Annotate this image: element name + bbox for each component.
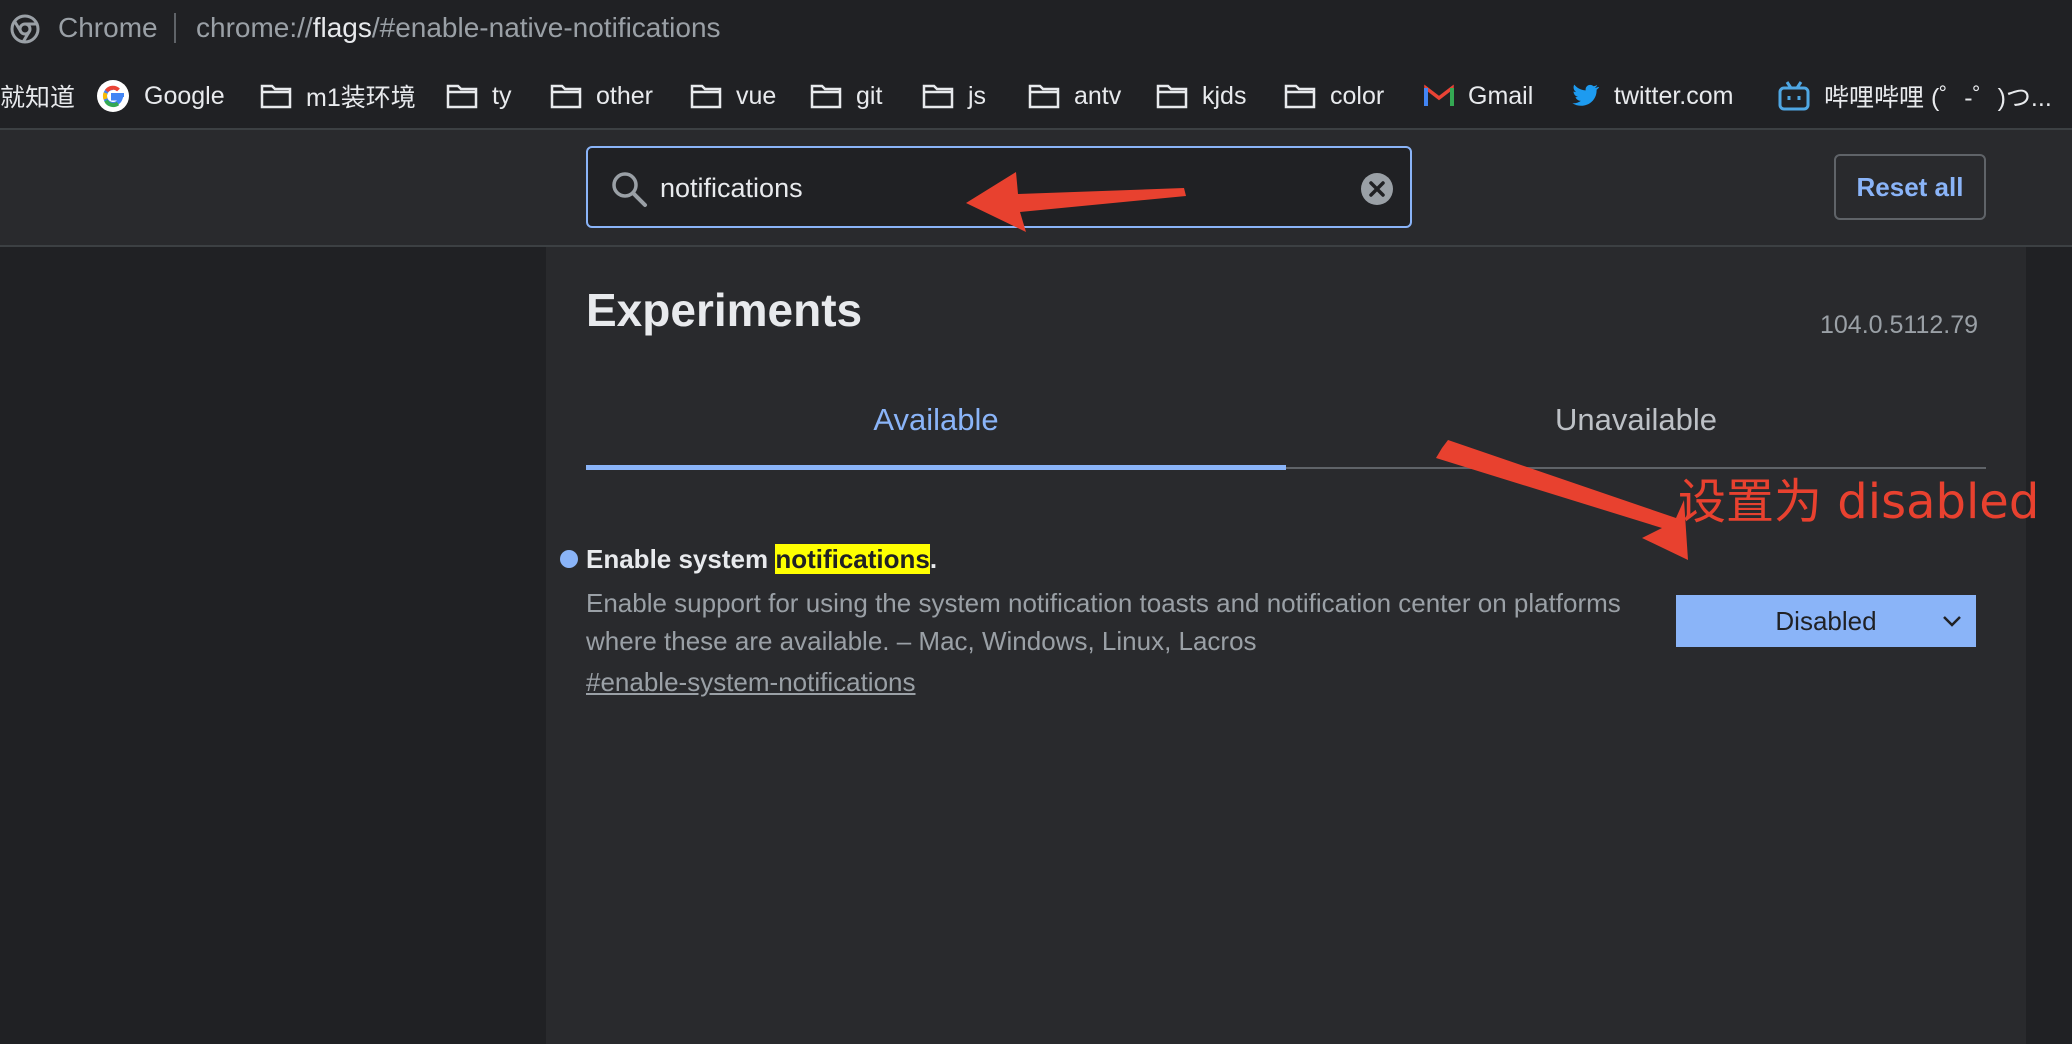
bookmark-label: ty	[492, 81, 512, 110]
bookmark-item[interactable]: 就知道	[0, 78, 75, 114]
twitter-icon	[1572, 84, 1600, 106]
flag-state-value: Disabled	[1775, 605, 1877, 636]
bookmark-label: 就知道	[0, 84, 76, 112]
bookmark-item[interactable]: twitter.com	[1570, 78, 1733, 114]
search-icon	[612, 172, 647, 207]
url-scheme: chrome://	[196, 12, 313, 43]
tab-unavailable[interactable]: Unavailable	[1286, 400, 1986, 440]
page-title: Experiments	[586, 284, 863, 336]
bookmark-item[interactable]: antv	[1028, 78, 1121, 114]
url-host: flags	[312, 12, 372, 43]
bookmark-label: m1装环境	[306, 84, 416, 112]
annotation-label: 设置为 disabled	[1678, 474, 2040, 530]
clear-search-icon[interactable]	[1360, 172, 1394, 206]
bookmark-label: Gmail	[1468, 81, 1534, 110]
bookmark-label: vue	[736, 81, 777, 110]
bookmark-item[interactable]: m1装环境	[260, 78, 416, 114]
folder-icon	[260, 84, 292, 109]
tab-selected-indicator	[586, 465, 1286, 470]
url-path: /#enable-native-notifications	[371, 12, 721, 43]
folder-icon	[922, 84, 954, 109]
bookmarks-bar: 就知道 Google m1装环境 ty other vue git js ant	[0, 72, 2072, 120]
bookmark-label: js	[968, 81, 987, 110]
bookmark-label: Google	[144, 81, 225, 110]
bookmark-item[interactable]: other	[550, 78, 653, 114]
flag-title-prefix: Enable system	[586, 544, 776, 574]
bilibili-icon	[1778, 81, 1810, 111]
bookmark-item[interactable]: Gmail	[1424, 78, 1533, 114]
bookmark-label: other	[596, 81, 653, 110]
bookmark-item[interactable]: vue	[690, 78, 776, 114]
bookmark-label: git	[856, 81, 883, 110]
bookmark-item[interactable]: kjds	[1156, 78, 1246, 114]
folder-icon	[810, 84, 842, 109]
omnibox[interactable]: Chrome chrome://flags/#enable-native-not…	[0, 0, 2072, 56]
bookmark-label: color	[1330, 81, 1385, 110]
version-label: 104.0.5112.79	[1820, 311, 1979, 339]
flag-modified-dot	[560, 550, 578, 568]
folder-icon	[446, 84, 478, 109]
folder-icon	[1156, 84, 1188, 109]
flag-title: Enable system notifications.	[586, 543, 937, 575]
folder-icon	[550, 84, 582, 109]
bookmark-label: twitter.com	[1614, 81, 1734, 110]
omnibox-separator	[174, 13, 176, 43]
flag-title-highlight: notifications	[775, 544, 930, 574]
folder-icon	[1028, 84, 1060, 109]
chrome-icon	[10, 14, 40, 44]
bookmark-label: 哔哩哔哩 (゜-゜)つ...	[1824, 84, 2052, 112]
bookmark-item[interactable]: ty	[446, 78, 511, 114]
bookmark-item[interactable]: js	[922, 78, 986, 114]
bookmark-label: antv	[1074, 81, 1122, 110]
omnibox-app-name: Chrome	[58, 12, 158, 43]
folder-icon	[1284, 84, 1316, 109]
bookmark-item[interactable]: color	[1284, 78, 1384, 114]
google-icon	[97, 80, 129, 112]
flag-description: Enable support for using the system noti…	[586, 588, 1621, 656]
gmail-icon	[1424, 84, 1454, 106]
search-input[interactable]	[660, 170, 1320, 206]
bookmark-label: kjds	[1202, 81, 1247, 110]
tab-available[interactable]: Available	[586, 400, 1286, 440]
omnibox-url[interactable]: chrome://flags/#enable-native-notificati…	[196, 12, 721, 44]
bookmark-item[interactable]: 哔哩哔哩 (゜-゜)つ...	[1778, 78, 2052, 114]
reset-all-button[interactable]: Reset all	[1834, 154, 1986, 220]
flag-title-suffix: .	[929, 544, 938, 574]
flag-permalink[interactable]: #enable-system-notifications	[586, 666, 916, 698]
flag-state-select[interactable]: Disabled	[1676, 595, 1976, 647]
bookmark-item[interactable]: git	[810, 78, 882, 114]
chevron-down-icon	[1943, 616, 1961, 627]
bookmark-item[interactable]: Google	[96, 78, 225, 114]
folder-icon	[690, 84, 722, 109]
search-box[interactable]	[586, 146, 1412, 228]
